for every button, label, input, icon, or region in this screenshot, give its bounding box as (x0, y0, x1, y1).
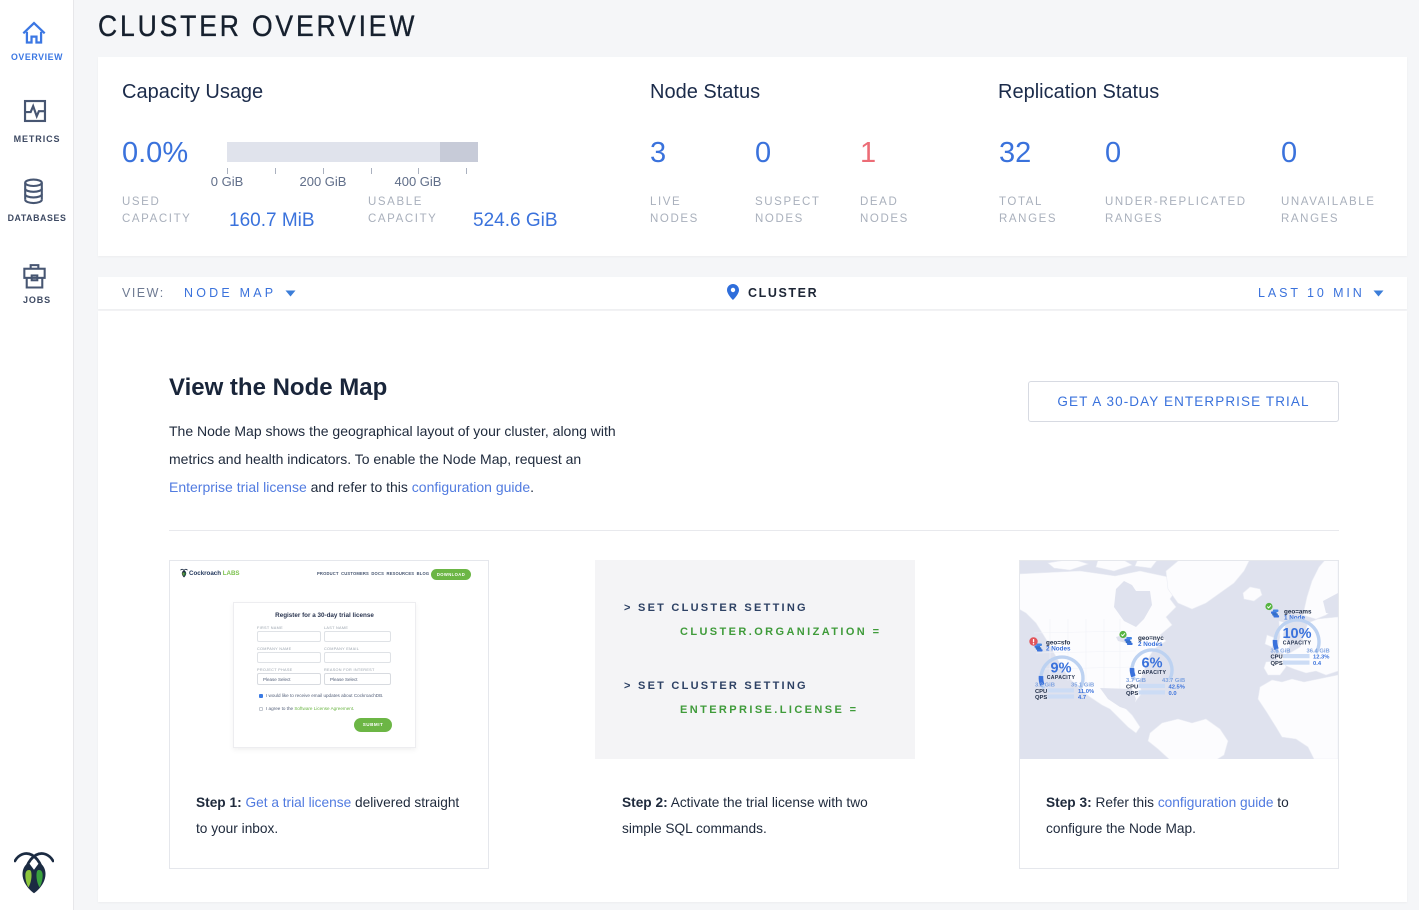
svg-text:3.2 GiB: 3.2 GiB (1035, 682, 1055, 688)
svg-text:35.1 GiB: 35.1 GiB (1071, 682, 1094, 688)
svg-text:QPS: QPS (1271, 661, 1283, 667)
svg-text:0.0: 0.0 (1169, 691, 1177, 697)
svg-text:3.7 GiB: 3.7 GiB (1126, 678, 1146, 684)
svg-text:CPU: CPU (1271, 655, 1283, 661)
svg-text:QPS: QPS (1035, 695, 1047, 701)
svg-text:CAPACITY: CAPACITY (1283, 641, 1312, 647)
svg-text:CAPACITY: CAPACITY (1138, 670, 1167, 676)
svg-text:42.5%: 42.5% (1169, 685, 1185, 691)
svg-text:12.3%: 12.3% (1313, 655, 1329, 661)
svg-text:2 Nodes: 2 Nodes (1046, 645, 1071, 652)
svg-text:43.7 GiB: 43.7 GiB (1162, 678, 1185, 684)
svg-text:CAPACITY: CAPACITY (1047, 675, 1076, 681)
svg-text:0.4: 0.4 (1313, 661, 1322, 667)
svg-text:4.7: 4.7 (1078, 695, 1086, 701)
svg-text:2 Nodes: 2 Nodes (1138, 641, 1163, 648)
svg-text:CPU: CPU (1126, 685, 1138, 691)
svg-text:QPS: QPS (1126, 691, 1138, 697)
